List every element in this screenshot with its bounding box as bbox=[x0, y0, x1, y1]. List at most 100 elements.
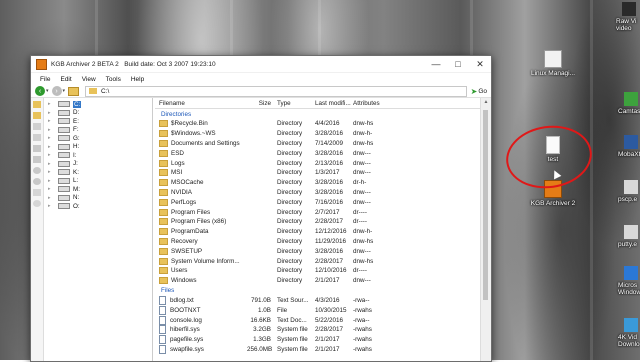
new-archive-icon[interactable] bbox=[33, 101, 41, 108]
row-name-cell: PerfLogs bbox=[155, 198, 247, 206]
column-filename[interactable]: Filename bbox=[155, 100, 247, 107]
menu-edit[interactable]: Edit bbox=[55, 76, 76, 83]
directory-row[interactable]: Program Files (x86) Directory 2/28/2017 dr-… bbox=[155, 217, 481, 227]
drive-icon bbox=[58, 118, 70, 125]
menu-tools[interactable]: Tools bbox=[101, 76, 126, 83]
extract-icon[interactable] bbox=[33, 156, 41, 163]
directory-row[interactable]: MSI Directory 1/3/2017 dnw--- bbox=[155, 168, 481, 178]
directory-row[interactable]: MSOCache Directory 3/28/2016 dr-h- bbox=[155, 178, 481, 188]
back-button[interactable]: ‹ bbox=[35, 86, 45, 96]
expand-icon[interactable]: ▸ bbox=[48, 178, 58, 184]
menu-file[interactable]: File bbox=[35, 76, 55, 83]
directory-row[interactable]: Program Files Directory 2/7/2017 dr---- bbox=[155, 207, 481, 217]
go-button[interactable]: ➤ Go bbox=[471, 87, 487, 96]
title-bar[interactable]: KGB Archiver 2 BETA 2 Build date: Oct 3 … bbox=[31, 56, 491, 73]
drive-item-l[interactable]: ▸ L: bbox=[44, 177, 152, 186]
delete-icon[interactable] bbox=[33, 189, 41, 196]
drive-item-e[interactable]: ▸ E: bbox=[44, 117, 152, 126]
expand-icon[interactable]: ▸ bbox=[48, 195, 58, 201]
column-size[interactable]: Size bbox=[247, 100, 275, 107]
scroll-up-icon[interactable]: ▲ bbox=[481, 99, 491, 105]
drive-item-o[interactable]: ▸ O: bbox=[44, 202, 152, 211]
menu-view[interactable]: View bbox=[77, 76, 101, 83]
folder-icon bbox=[159, 139, 168, 147]
expand-icon[interactable]: ▸ bbox=[48, 101, 58, 107]
scroll-thumb[interactable] bbox=[483, 110, 488, 300]
drive-item-k[interactable]: ▸ K: bbox=[44, 168, 152, 177]
column-modified[interactable]: Last modifi... bbox=[315, 100, 353, 107]
window-title: KGB Archiver 2 BETA 2 Build date: Oct 3 … bbox=[51, 61, 425, 68]
desktop-icon-putty[interactable]: putty.e bbox=[618, 225, 640, 248]
minimize-button[interactable]: — bbox=[425, 56, 447, 72]
copy-icon[interactable] bbox=[33, 123, 41, 130]
help-icon[interactable] bbox=[33, 200, 41, 207]
directory-row[interactable]: ESD Directory 3/28/2016 dnw--- bbox=[155, 148, 481, 158]
drive-item-i[interactable]: ▸ I: bbox=[44, 151, 152, 160]
directory-row[interactable]: Users Directory 12/10/2016 dr---- bbox=[155, 266, 481, 276]
file-row[interactable]: BOOTNXT 1.0B File 10/30/2015 -rwahs bbox=[155, 305, 481, 315]
desktop-icon-mobaxterm[interactable]: MobaXt bbox=[618, 135, 640, 158]
directory-row[interactable]: Logs Directory 2/13/2016 dnw--- bbox=[155, 158, 481, 168]
directory-row[interactable]: Documents and Settings Directory 7/14/2009… bbox=[155, 139, 481, 149]
expand-icon[interactable]: ▸ bbox=[48, 118, 58, 124]
directory-row[interactable]: NVIDIA Directory 3/28/2016 dnw--- bbox=[155, 188, 481, 198]
up-folder-icon[interactable] bbox=[68, 86, 80, 96]
drive-item-h[interactable]: ▸ H: bbox=[44, 143, 152, 152]
expand-icon[interactable]: ▸ bbox=[48, 203, 58, 209]
back-dropdown-icon[interactable]: ▾ bbox=[46, 88, 49, 94]
drive-item-d[interactable]: ▸ D: bbox=[44, 109, 152, 118]
desktop-icon-raw-video[interactable]: Raw Vi video bbox=[616, 2, 638, 32]
file-row[interactable]: hiberfil.sys 3.2GB System file 2/28/2017 -rw… bbox=[155, 325, 481, 335]
directory-row[interactable]: ProgramData Directory 12/12/2016 dnw-h- bbox=[155, 227, 481, 237]
expand-icon[interactable]: ▸ bbox=[48, 186, 58, 192]
row-name: hiberfil.sys bbox=[170, 326, 200, 334]
desktop-icon-4k-video-downloader[interactable]: 4K Vid Downlo bbox=[618, 318, 640, 348]
menu-help[interactable]: Help bbox=[126, 76, 149, 83]
forward-dropdown-icon[interactable]: ▾ bbox=[63, 88, 66, 94]
directory-row[interactable]: $Windows.~WS Directory 3/28/2016 dnw-h- bbox=[155, 129, 481, 139]
forward-button[interactable]: › bbox=[51, 86, 62, 96]
add-icon[interactable] bbox=[33, 145, 41, 152]
desktop-icon-camtasia[interactable]: Camtas bbox=[618, 92, 640, 115]
file-row[interactable]: pagefile.sys 1.3GB System file 2/1/2017 -rwa… bbox=[155, 335, 481, 345]
drive-item-m[interactable]: ▸ M: bbox=[44, 185, 152, 194]
file-icon bbox=[159, 335, 166, 345]
desktop-icon-microsoft-windows[interactable]: Micros Window bbox=[618, 266, 640, 296]
directory-row[interactable]: Recovery Directory 11/29/2016 dnw-hs bbox=[155, 237, 481, 247]
vertical-scrollbar[interactable]: ▲ bbox=[480, 98, 491, 361]
file-row[interactable]: swapfile.sys 256.0MB System file 2/1/2017 -r… bbox=[155, 344, 481, 355]
drive-item-f[interactable]: ▸ F: bbox=[44, 126, 152, 135]
open-folder-icon[interactable] bbox=[33, 112, 41, 119]
expand-icon[interactable]: ▸ bbox=[48, 152, 58, 158]
directory-row[interactable]: $Recycle.Bin Directory 4/4/2016 dnw-hs bbox=[155, 119, 481, 129]
drive-item-c[interactable]: ▸ C: bbox=[44, 100, 152, 109]
row-type: Directory bbox=[277, 169, 303, 177]
expand-icon[interactable]: ▸ bbox=[48, 169, 58, 175]
row-modified: 12/10/2016 bbox=[315, 267, 347, 275]
column-attributes[interactable]: Attributes bbox=[353, 100, 389, 107]
file-row[interactable]: console.log 16.6KB Text Doc... 5/22/2016 -rw… bbox=[155, 315, 481, 325]
expand-icon[interactable]: ▸ bbox=[48, 127, 58, 133]
expand-icon[interactable]: ▸ bbox=[48, 135, 58, 141]
drive-item-n[interactable]: ▸ N: bbox=[44, 194, 152, 203]
directory-row[interactable]: SWSETUP Directory 3/28/2016 dnw--- bbox=[155, 246, 481, 256]
close-button[interactable]: ✕ bbox=[469, 56, 491, 72]
desktop-icon-pscp[interactable]: pscp.e bbox=[618, 180, 640, 203]
directory-row[interactable]: Windows Directory 2/1/2017 dnw--- bbox=[155, 276, 481, 286]
column-type[interactable]: Type bbox=[275, 100, 315, 107]
desktop-icon-linux[interactable]: Linux Managi... bbox=[526, 50, 580, 77]
drive-item-g[interactable]: ▸ G: bbox=[44, 134, 152, 143]
directory-row[interactable]: System Volume Inform... Directory 2/28/201… bbox=[155, 256, 481, 266]
expand-icon[interactable]: ▸ bbox=[48, 110, 58, 116]
directory-row[interactable]: PerfLogs Directory 7/16/2016 dnw--- bbox=[155, 197, 481, 207]
row-modified: 2/28/2017 bbox=[315, 326, 344, 334]
expand-icon[interactable]: ▸ bbox=[48, 144, 58, 150]
paste-icon[interactable] bbox=[33, 134, 41, 141]
settings-icon[interactable] bbox=[33, 167, 41, 174]
drive-item-j[interactable]: ▸ J: bbox=[44, 160, 152, 169]
address-bar[interactable]: C:\ bbox=[85, 85, 467, 97]
file-row[interactable]: bdlog.txt 791.0B Text Sour... 4/3/2016 -rwa-… bbox=[155, 295, 481, 306]
expand-icon[interactable]: ▸ bbox=[48, 161, 58, 167]
maximize-button[interactable]: □ bbox=[447, 56, 469, 72]
info-icon[interactable] bbox=[33, 178, 41, 185]
